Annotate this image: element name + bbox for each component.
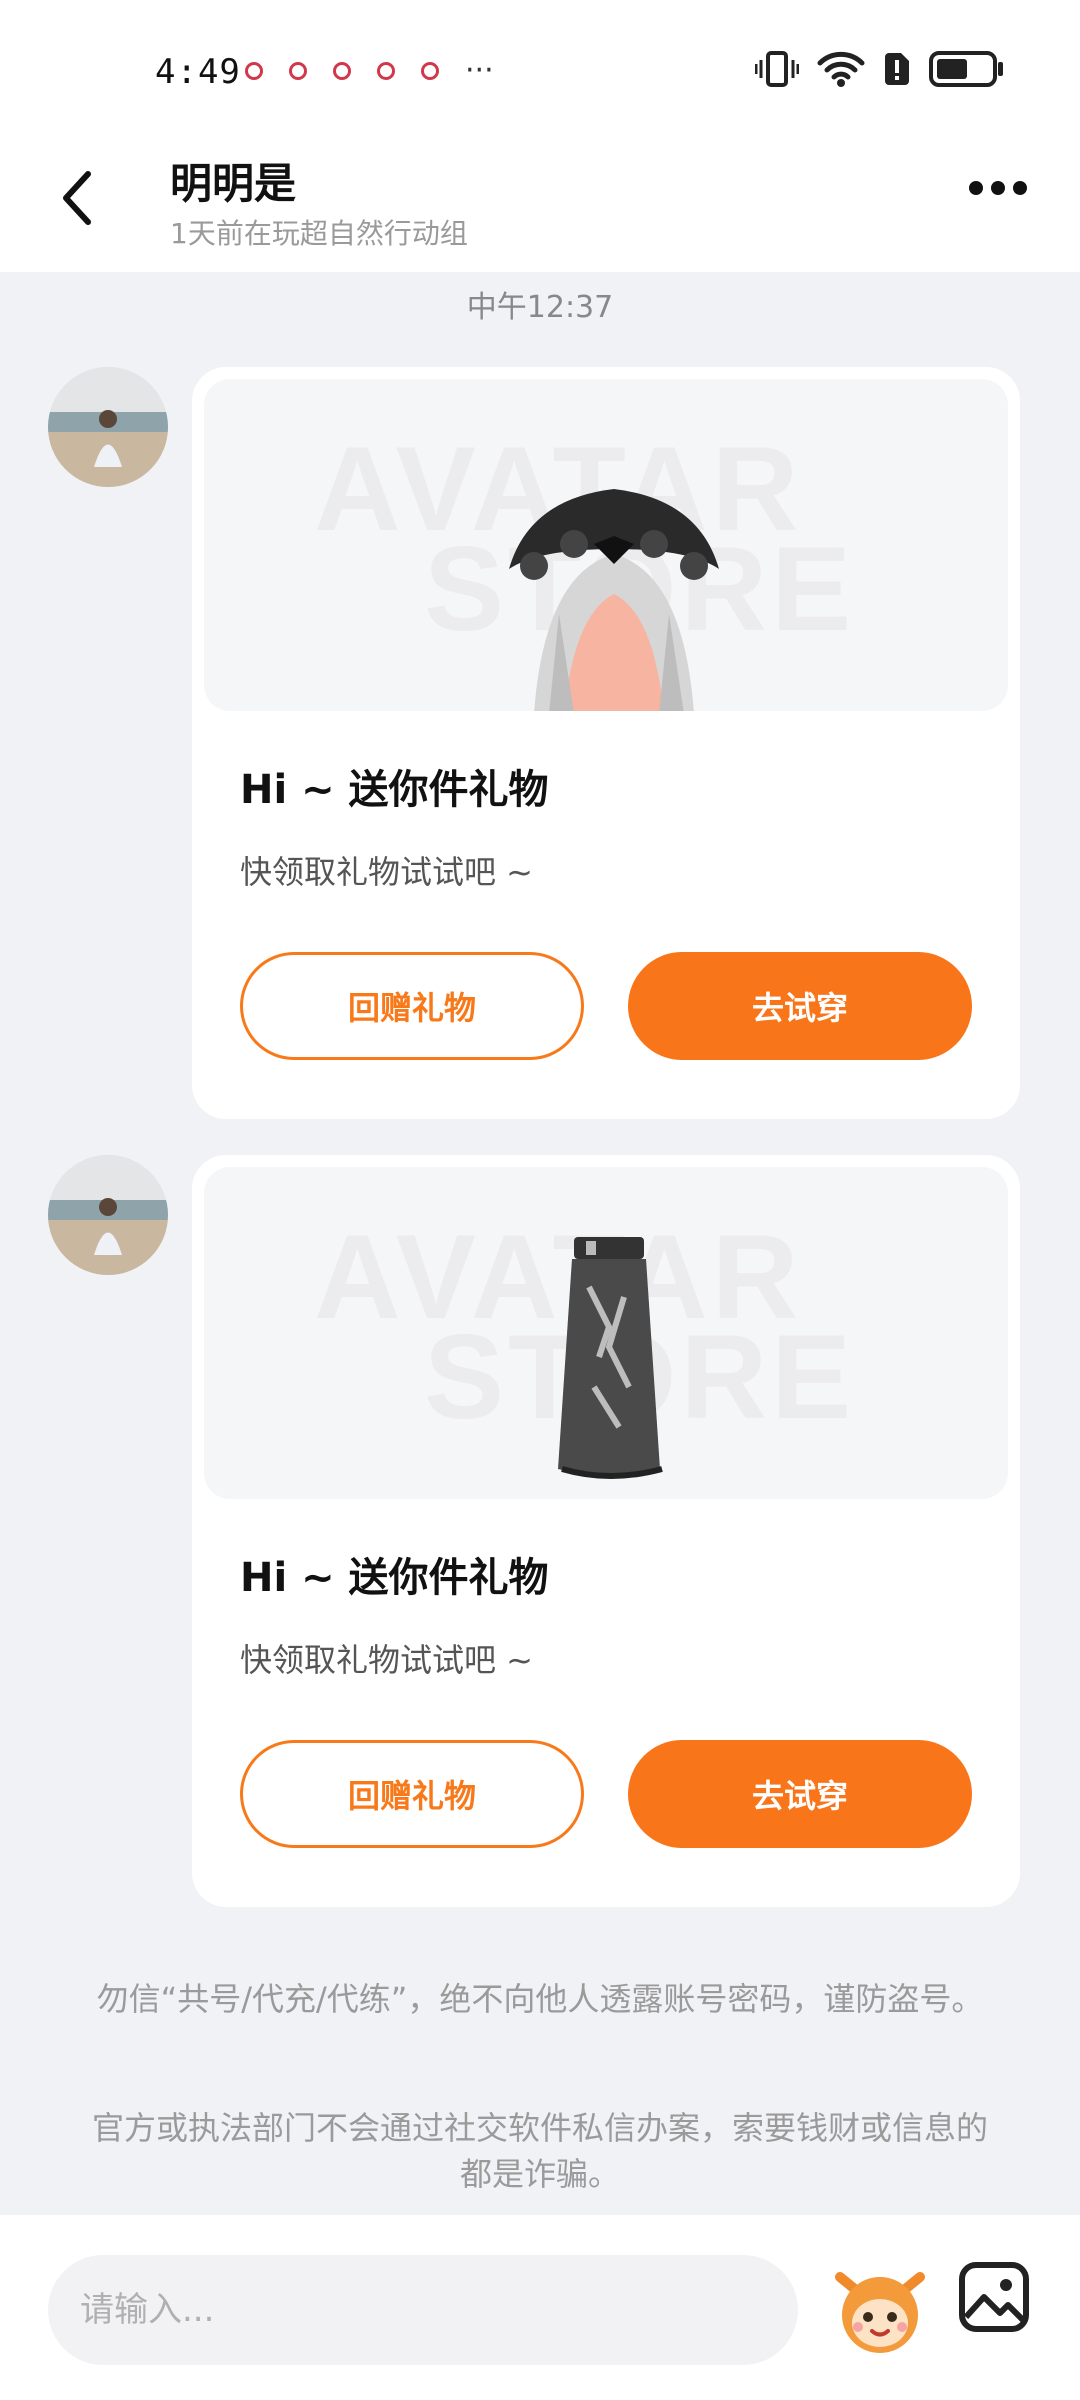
- avatar-image: [48, 1155, 168, 1275]
- more-notifications-indicator: ···: [465, 53, 494, 88]
- wifi-icon: [817, 51, 865, 87]
- input-bar: 请输入...: [0, 2215, 1080, 2400]
- image-picker-icon[interactable]: [958, 2261, 1030, 2333]
- gift-description: 快领取礼物试试吧 ~: [240, 853, 533, 891]
- gift-card: AVATAR STORE Hi ~ 送你件礼物 快领取礼物试试吧 ~ 回赠礼物 …: [192, 1155, 1020, 1907]
- notification-icon: [421, 62, 439, 80]
- return-gift-button[interactable]: 回赠礼物: [240, 952, 584, 1060]
- safety-notice: 勿信“共号/代充/代练”，绝不向他人透露账号密码，谨防盗号。: [96, 1980, 984, 2018]
- notification-icon: [333, 62, 351, 80]
- message-timestamp: 中午12:37: [466, 290, 614, 325]
- notification-icon: [377, 62, 395, 80]
- gift-image-area: AVATAR STORE: [204, 1167, 1008, 1499]
- gift-hair-accessory-image: [509, 489, 719, 711]
- try-on-button[interactable]: 去试穿: [628, 1740, 972, 1848]
- gift-description: 快领取礼物试试吧 ~: [240, 1641, 533, 1679]
- mascot-emoji-icon[interactable]: [830, 2257, 930, 2357]
- status-time: 4:49: [155, 52, 241, 92]
- sim-alert-icon: [885, 53, 909, 85]
- gift-card: AVATAR STORE Hi ~ 送你件礼物 快领取礼物试试吧 ~ 回赠礼物 …: [192, 367, 1020, 1119]
- battery-icon: [929, 51, 1003, 87]
- return-gift-button[interactable]: 回赠礼物: [240, 1740, 584, 1848]
- vibrate-icon: [755, 51, 799, 87]
- sender-avatar[interactable]: [48, 1155, 168, 1275]
- gift-title: Hi ~ 送你件礼物: [240, 767, 549, 813]
- status-bar: 4:49 ···: [0, 0, 1080, 110]
- notification-icon: [245, 62, 263, 80]
- try-on-button[interactable]: 去试穿: [628, 952, 972, 1060]
- back-icon[interactable]: [58, 170, 98, 226]
- status-icons: [755, 50, 1005, 88]
- gift-skirt-image: [558, 1237, 663, 1479]
- notification-icons: ···: [245, 53, 494, 88]
- fraud-notice: 官方或执法部门不会通过社交软件私信办案，索要钱财或信息的都是诈骗。: [91, 2109, 988, 2193]
- more-options-icon[interactable]: [968, 180, 1028, 196]
- notification-icon: [289, 62, 307, 80]
- sender-avatar[interactable]: [48, 367, 168, 487]
- message-input[interactable]: 请输入...: [48, 2255, 798, 2365]
- gift-image-area: AVATAR STORE: [204, 379, 1008, 711]
- contact-name: 明明是: [170, 159, 297, 208]
- chat-header: 明明是 1天前在玩超自然行动组: [0, 110, 1080, 272]
- gift-title: Hi ~ 送你件礼物: [240, 1555, 549, 1601]
- avatar-image: [48, 367, 168, 487]
- contact-status: 1天前在玩超自然行动组: [170, 217, 468, 250]
